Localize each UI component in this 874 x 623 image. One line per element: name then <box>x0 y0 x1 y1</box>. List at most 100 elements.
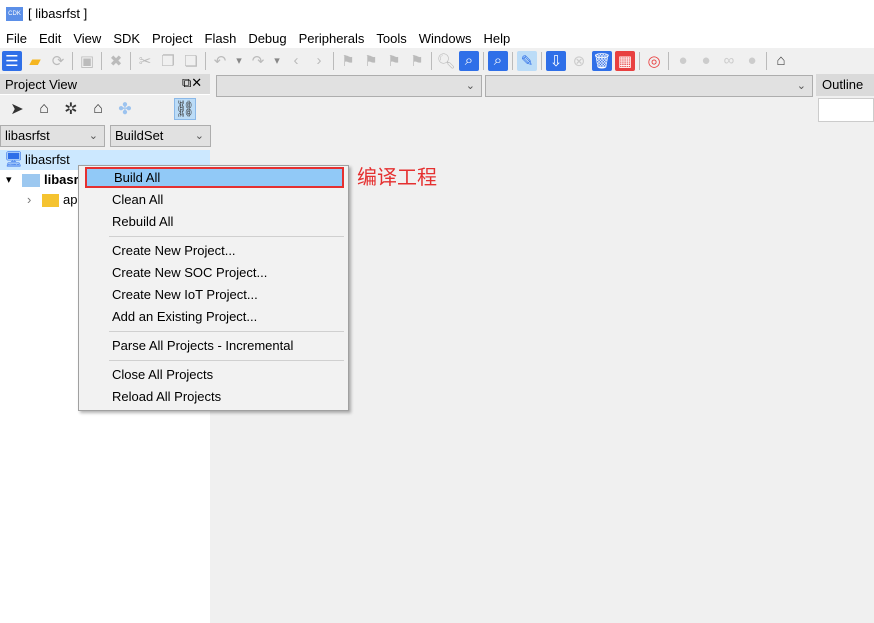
new-file-icon[interactable]: ☰ <box>2 50 22 71</box>
find-icon[interactable]: ⌕ <box>488 50 508 71</box>
forward-icon[interactable]: › <box>309 51 329 71</box>
menu-item-create-new-iot-project[interactable]: Create New IoT Project... <box>85 284 344 305</box>
menu-item-close-all-projects[interactable]: Close All Projects <box>85 364 344 385</box>
menu-help[interactable]: Help <box>484 30 511 48</box>
toolbar-separator <box>72 51 73 70</box>
project-select-value: libasrfst <box>5 128 50 143</box>
menu-sdk[interactable]: SDK <box>113 30 140 48</box>
locate-icon[interactable]: ➤ <box>6 98 28 120</box>
download-icon[interactable]: ⇩ <box>546 50 566 71</box>
computer-icon: 🖥︎ <box>4 151 24 168</box>
wizard-icon[interactable]: ✲ <box>60 98 82 120</box>
menu-peripherals[interactable]: Peripherals <box>299 30 365 48</box>
annotation-label: 编译工程 <box>357 165 437 189</box>
toolbar-separator <box>431 51 432 70</box>
tab-outline[interactable]: Outline <box>816 74 874 96</box>
menu-project[interactable]: Project <box>152 30 192 48</box>
bookmark-clear-icon[interactable]: ⚑ <box>407 51 427 71</box>
toolbar-separator <box>130 51 131 70</box>
menu-item-reload-all-projects[interactable]: Reload All Projects <box>85 386 344 407</box>
breakpoint-icon[interactable]: ● <box>673 51 693 71</box>
find-in-files-icon[interactable]: ⌕ <box>459 50 479 71</box>
erase-icon[interactable]: 🗑︎ <box>592 50 612 71</box>
chevron-down-icon: ⌄ <box>465 80 475 92</box>
file-select[interactable]: ⌄ <box>216 75 482 97</box>
project-combos: libasrfst ⌄ BuildSet ⌄ <box>0 123 211 150</box>
menu-item-clean-all[interactable]: Clean All <box>85 189 344 210</box>
symbol-select[interactable]: ⌄ <box>485 75 813 97</box>
menu-item-build-all[interactable]: Build All <box>85 167 344 188</box>
open-folder-icon[interactable]: ▰ <box>25 51 45 71</box>
menu-bar: File Edit View SDK Project Flash Debug Peripher… <box>0 30 874 48</box>
menu-tools[interactable]: Tools <box>376 30 406 48</box>
toolbar-separator <box>541 51 542 70</box>
toolbar-separator <box>205 51 206 70</box>
paste-icon[interactable]: ❏ <box>181 51 201 71</box>
chevron-down-icon: ⌄ <box>88 130 98 142</box>
copy-icon[interactable]: ❐ <box>158 51 178 71</box>
link-icon[interactable]: ∞ <box>719 51 739 71</box>
menu-separator <box>109 360 344 361</box>
panel-buttons: ⧉✕ <box>182 75 202 91</box>
save-icon[interactable]: ▣ <box>77 51 97 71</box>
outline-search-input[interactable] <box>818 98 874 122</box>
remove-breakpoints-icon[interactable]: ● <box>742 51 762 71</box>
chevron-down-icon: ⌄ <box>796 80 806 92</box>
cut-icon[interactable]: ✂ <box>135 51 155 71</box>
toolbar-separator <box>512 51 513 70</box>
buildset-select[interactable]: BuildSet ⌄ <box>110 125 211 147</box>
search-icon[interactable]: 🔍︎ <box>436 51 456 71</box>
menu-separator <box>109 236 344 237</box>
bookmark-prev-icon[interactable]: ⚑ <box>384 51 404 71</box>
link-editor-icon[interactable]: ⛓ <box>174 98 196 120</box>
load-icon[interactable]: ▦ <box>615 50 635 71</box>
breakpoints-icon[interactable]: ● <box>696 51 716 71</box>
toolbar-separator <box>668 51 669 70</box>
building-icon[interactable]: ⌂ <box>33 98 55 120</box>
back-icon[interactable]: ‹ <box>286 51 306 71</box>
chevron-down-icon[interactable]: ▾ <box>6 170 12 190</box>
toolbar-separator <box>639 51 640 70</box>
menu-item-create-new-project[interactable]: Create New Project... <box>85 240 344 261</box>
tree-label: ap <box>63 192 78 207</box>
refresh-icon[interactable]: ⟳ <box>48 51 68 71</box>
chevron-down-icon: ⌄ <box>194 130 204 142</box>
bookmark-next-icon[interactable]: ⚑ <box>361 51 381 71</box>
close-panel-icon[interactable]: ✕ <box>191 75 202 90</box>
redo-icon[interactable]: ↷ <box>248 51 268 71</box>
undo-icon[interactable]: ↶ <box>210 51 230 71</box>
folder-icon <box>22 174 40 187</box>
menu-item-parse-all-projects-incremental[interactable]: Parse All Projects - Incremental <box>85 335 344 356</box>
stop-icon[interactable]: ⊗ <box>569 51 589 71</box>
debug-icon[interactable]: ◎ <box>644 51 664 71</box>
redo-dropdown-icon[interactable]: ▾ <box>271 51 283 71</box>
undo-dropdown-icon[interactable]: ▾ <box>233 51 245 71</box>
toolbar-separator <box>101 51 102 70</box>
menu-file[interactable]: File <box>6 30 27 48</box>
menu-item-create-new-soc-project[interactable]: Create New SOC Project... <box>85 262 344 283</box>
puzzle-icon[interactable]: ✤ <box>114 98 136 120</box>
home-icon[interactable]: ⌂ <box>771 51 791 71</box>
menu-item-rebuild-all[interactable]: Rebuild All <box>85 211 344 232</box>
project-view-toolbar: ➤ ⌂ ✲ ⌂ ✤ ⛓ <box>0 95 210 123</box>
close-icon[interactable]: ✖ <box>106 51 126 71</box>
float-panel-icon[interactable]: ⧉ <box>182 75 191 90</box>
title-bar <box>0 0 874 30</box>
tree-label: libasr <box>44 172 79 187</box>
tree-label: libasrfst <box>25 152 70 167</box>
menu-view[interactable]: View <box>73 30 101 48</box>
home-icon[interactable]: ⌂ <box>87 98 109 120</box>
chevron-right-icon[interactable]: › <box>27 190 31 210</box>
toolbar-separator <box>483 51 484 70</box>
build-icon[interactable]: ✎ <box>517 50 537 71</box>
app-logo: CDK <box>6 7 23 21</box>
menu-item-add-an-existing-project[interactable]: Add an Existing Project... <box>85 306 344 327</box>
buildset-select-value: BuildSet <box>115 128 164 143</box>
project-select[interactable]: libasrfst ⌄ <box>0 125 105 147</box>
menu-windows[interactable]: Windows <box>419 30 472 48</box>
menu-edit[interactable]: Edit <box>39 30 61 48</box>
menu-debug[interactable]: Debug <box>248 30 286 48</box>
menu-flash[interactable]: Flash <box>205 30 237 48</box>
panel-title: Project View <box>5 77 78 92</box>
bookmark-icon[interactable]: ⚑ <box>338 51 358 71</box>
